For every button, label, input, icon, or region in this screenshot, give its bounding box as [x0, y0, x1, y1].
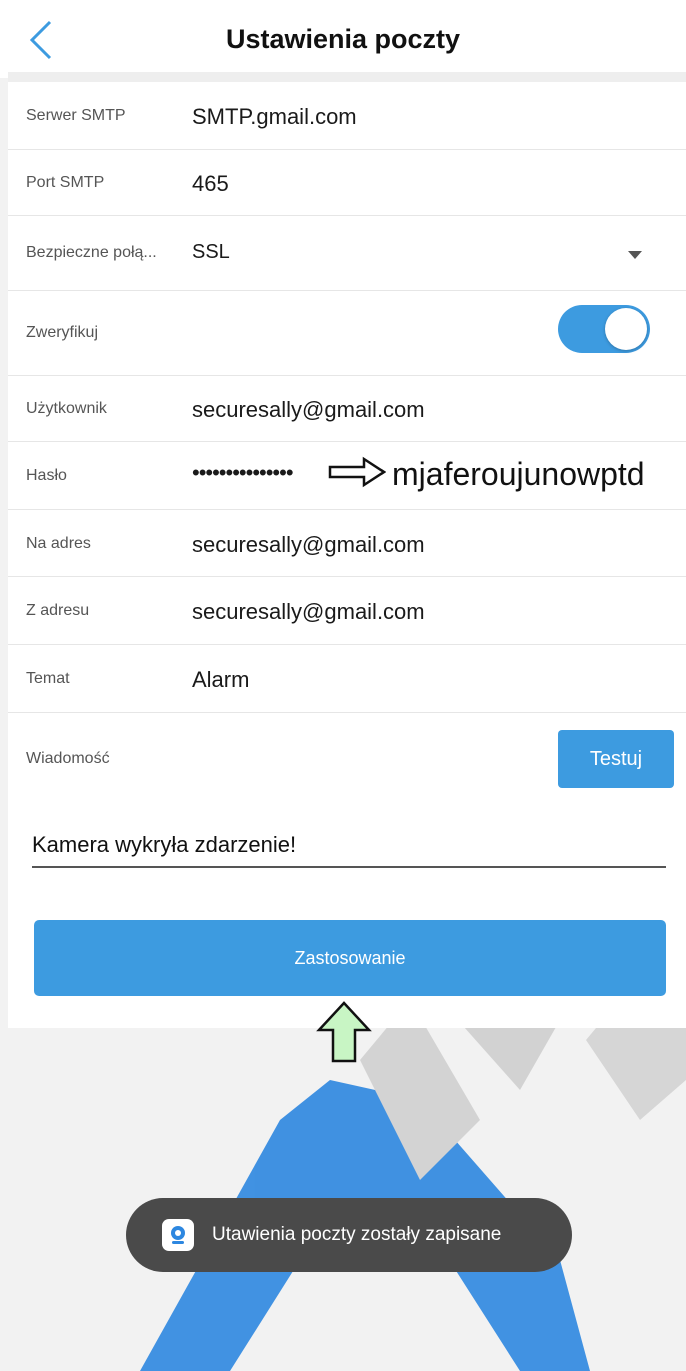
verify-toggle[interactable] — [558, 305, 650, 353]
apply-button[interactable]: Zastosowanie — [34, 920, 666, 996]
arrow-right-icon — [328, 456, 386, 488]
smtp-port-row: Port SMTP 465 — [8, 150, 686, 216]
from-address-label: Z adresu — [26, 602, 90, 619]
smtp-port-label: Port SMTP — [26, 174, 105, 191]
toggle-knob — [605, 308, 647, 350]
secure-connection-label: Bezpieczne połą... — [26, 244, 157, 261]
user-input[interactable]: securesally@gmail.com — [192, 397, 425, 423]
secure-connection-row[interactable]: Bezpieczne połą... SSL — [8, 216, 686, 291]
chevron-down-icon[interactable] — [628, 251, 642, 259]
page-title: Ustawienia poczty — [225, 24, 461, 54]
arrow-up-icon — [316, 1001, 372, 1063]
smtp-server-row: Serwer SMTP SMTP.gmail.com — [8, 82, 686, 150]
password-annotation: mjaferoujunowptd — [392, 456, 645, 492]
smtp-port-input[interactable]: 465 — [192, 171, 229, 197]
app-icon — [162, 1219, 194, 1251]
message-input[interactable] — [32, 828, 666, 868]
verify-label: Zweryfikuj — [26, 324, 99, 341]
to-address-label: Na adres — [26, 535, 91, 552]
to-address-row: Na adres securesally@gmail.com — [8, 510, 686, 577]
mail-settings-form: Serwer SMTP SMTP.gmail.com Port SMTP 465… — [8, 82, 686, 1028]
smtp-server-label: Serwer SMTP — [26, 107, 126, 124]
password-label: Hasło — [26, 467, 67, 484]
user-label: Użytkownik — [26, 400, 107, 417]
password-input[interactable]: ••••••••••••••• — [192, 460, 294, 486]
message-row: Wiadomość Testuj — [8, 713, 686, 803]
subject-row: Temat Alarm — [8, 645, 686, 713]
subject-input[interactable]: Alarm — [192, 667, 249, 693]
to-address-input[interactable]: securesally@gmail.com — [192, 532, 425, 558]
subject-label: Temat — [26, 670, 70, 687]
message-label: Wiadomość — [26, 750, 110, 767]
verify-row: Zweryfikuj — [8, 291, 686, 376]
toast-notification: Utawienia poczty zostały zapisane — [126, 1198, 572, 1272]
password-row: Hasło ••••••••••••••• mjaferoujunowptd — [8, 442, 686, 510]
user-row: Użytkownik securesally@gmail.com — [8, 376, 686, 442]
test-button[interactable]: Testuj — [558, 730, 674, 788]
toast-text: Utawienia poczty zostały zapisane — [212, 1224, 502, 1245]
camera-icon — [171, 1226, 185, 1244]
header-divider — [8, 72, 686, 82]
smtp-server-input[interactable]: SMTP.gmail.com — [192, 104, 357, 130]
secure-connection-select[interactable]: SSL — [192, 241, 230, 264]
app-header: Ustawienia poczty — [0, 0, 686, 78]
from-address-input[interactable]: securesally@gmail.com — [192, 599, 425, 625]
from-address-row: Z adresu securesally@gmail.com — [8, 577, 686, 645]
